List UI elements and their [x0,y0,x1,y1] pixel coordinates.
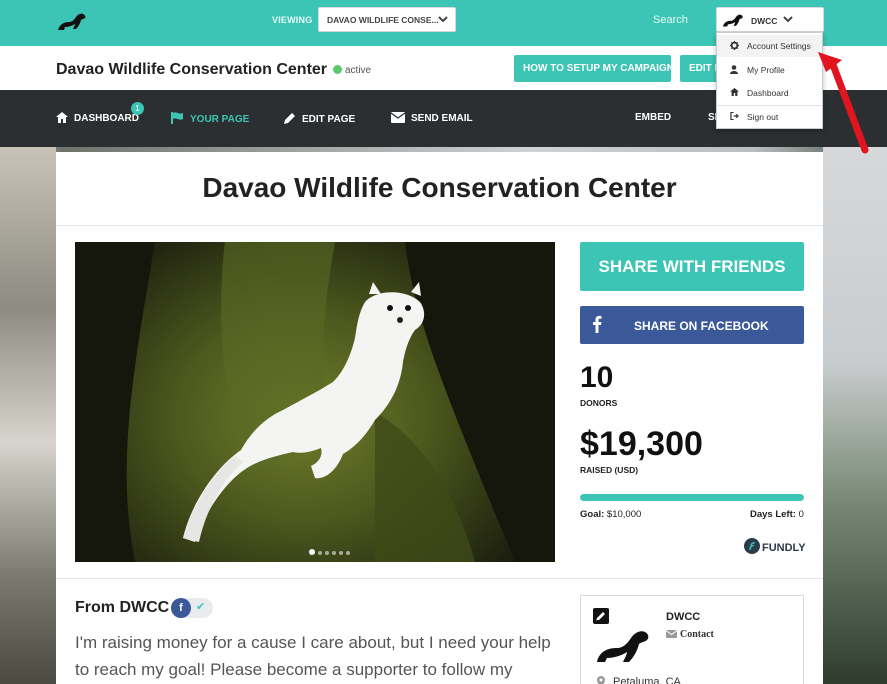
organizer-avatar[interactable] [591,606,653,668]
campaign-panel: Davao Wildlife Conservation Center SHARE… [56,152,823,684]
share-on-facebook-button[interactable]: SHARE ON FACEBOOK [580,306,804,344]
ermine-photo-image [75,242,555,562]
user-icon [730,65,738,74]
days-left-value: 0 [798,509,804,520]
campaign-heading: Davao Wildlife Conservation Center [202,172,677,203]
status-text: active [345,65,372,76]
fundly-logo-icon [744,538,760,554]
fundly-logo[interactable]: FUNDLY [744,538,806,554]
org-title: Davao Wildlife Conservation Center [56,61,328,78]
organizer-name: DWCC [666,611,701,623]
progress-fill [580,494,804,501]
facebook-verified-icon: f [171,598,191,618]
pencil-icon [284,113,295,124]
verification-badges: f ✔ [171,598,213,618]
user-menu-toggle[interactable]: DWCC [716,7,824,32]
nav-send-email[interactable]: SEND EMAIL [390,112,473,124]
divider [56,225,823,226]
carousel-dots[interactable] [309,542,353,560]
donors-count: 10 [580,361,614,394]
fundly-brand-text: FUNDLY [762,542,806,554]
ferret-avatar-icon [593,608,649,662]
envelope-icon [665,630,678,638]
carousel-dot[interactable] [339,551,343,555]
contact-label: Contact [680,629,714,640]
nav-embed[interactable]: EMBED [635,112,671,123]
ferret-logo-icon[interactable] [56,10,88,32]
notification-badge: 1 [131,102,144,115]
goal-value: $10,000 [606,509,642,520]
menu-item-my-profile[interactable]: My Profile [717,59,822,81]
goal-label: Goal: [580,509,605,520]
fundraising-progress-bar [580,494,804,501]
menu-item-label: Dashboard [747,88,789,98]
nav-edit-page[interactable]: EDIT PAGE [284,112,355,125]
menu-item-label: Sign out [747,112,779,122]
carousel-dot[interactable] [325,551,329,555]
from-section-title: From DWCC [75,599,170,616]
search-link[interactable]: Search [653,14,688,26]
viewing-select-value: DAVAO WILDLIFE CONSE... [327,15,439,25]
nav-edit-page-label: EDIT PAGE [302,114,356,125]
menu-item-sign-out[interactable]: Sign out [717,106,822,128]
organizer-card: DWCC Contact Petaluma, CA [580,595,804,684]
donors-label: DONORS [580,398,618,408]
map-marker-icon [597,676,605,684]
campaign-story-text: I'm raising money for a cause I care abo… [75,633,551,679]
menu-item-account-settings[interactable]: Account Settings [717,35,822,57]
chevron-down-icon [438,16,448,23]
gear-icon [730,41,739,50]
nav-dashboard-label: DASHBOARD [74,113,139,124]
user-dropdown-menu: Account Settings My Profile Dashboard Si… [716,32,823,129]
sign-out-icon [730,112,739,120]
background-photo-right [823,147,887,684]
facebook-icon [593,315,602,333]
user-menu-label: DWCC [751,16,778,26]
raised-label: RAISED (USD) [580,465,639,475]
organizer-location: Petaluma, CA [597,676,681,684]
viewing-label: VIEWING [272,15,313,25]
edit-page-button[interactable]: EDIT P [680,55,718,82]
share-with-friends-button[interactable]: SHARE WITH FRIENDS [580,242,804,291]
campaign-photo[interactable] [75,242,555,562]
checkmark-icon: ✔ [196,601,206,613]
home-icon [56,112,68,123]
location-text: Petaluma, CA [613,676,681,684]
home-icon [730,88,739,96]
red-annotation-arrow-icon [818,52,869,154]
nav-send-email-label: SEND EMAIL [411,113,473,124]
viewing-campaign-select[interactable]: DAVAO WILDLIFE CONSE... [318,7,456,32]
divider [56,578,823,579]
flag-icon [171,112,183,124]
envelope-icon [390,112,406,123]
contact-link[interactable]: Contact [665,629,714,640]
goal-info: Goal: $10,000 [580,509,641,520]
carousel-dot[interactable] [309,549,315,555]
ferret-avatar-icon [722,14,743,27]
menu-item-label: My Profile [747,65,785,75]
chevron-down-icon [783,16,793,23]
carousel-dot[interactable] [332,551,336,555]
raised-amount: $19,300 [580,425,703,463]
status-badge: active [333,65,371,76]
menu-item-label: Account Settings [747,41,811,51]
carousel-dot[interactable] [346,551,350,555]
nav-dashboard[interactable]: DASHBOARD [56,112,139,124]
days-left-label: Days Left: [750,509,796,520]
carousel-dot[interactable] [318,551,322,555]
status-dot-icon [333,65,342,74]
menu-item-dashboard[interactable]: Dashboard [717,82,822,104]
share-facebook-label: SHARE ON FACEBOOK [634,319,769,333]
background-photo-left [0,147,56,684]
nav-your-page-label: YOUR PAGE [190,114,250,125]
nav-your-page[interactable]: YOUR PAGE [171,112,249,125]
days-left-info: Days Left: 0 [750,509,804,520]
how-to-setup-button[interactable]: HOW TO SETUP MY CAMPAIGN [514,55,671,82]
